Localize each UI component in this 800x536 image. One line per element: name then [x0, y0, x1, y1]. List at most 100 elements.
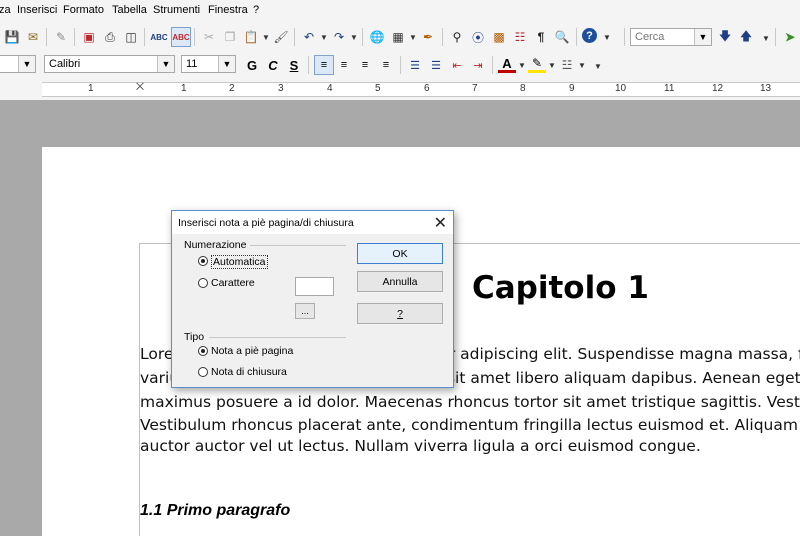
spellcheck-icon[interactable]: ABC [150, 28, 168, 46]
chevron-down-icon[interactable]: ▼ [218, 56, 235, 72]
endnote-label[interactable]: Nota di chiusura [211, 366, 287, 378]
numbered-list-icon[interactable]: ☰ [406, 56, 424, 74]
ruler-number: 12 [712, 83, 724, 94]
separator [294, 28, 295, 46]
highlight-icon[interactable]: ✎ [528, 56, 546, 73]
navigator-icon[interactable]: ⦿ [469, 28, 487, 46]
separator [492, 56, 493, 74]
menu-help[interactable]: ? [253, 4, 259, 16]
find-replace-icon[interactable]: ⚲ [448, 28, 466, 46]
chevron-down-icon[interactable]: ▼ [18, 56, 35, 72]
character-radio[interactable] [198, 278, 208, 288]
print-icon[interactable]: ⎙ [101, 28, 119, 46]
chevron-down-icon[interactable]: ▼ [157, 56, 174, 72]
indent-marker[interactable]: ⨉ [136, 82, 144, 93]
toolbar-overflow-icon[interactable]: ▼ [594, 62, 602, 71]
bullet-list-icon[interactable]: ☰ [427, 56, 445, 74]
save-icon[interactable]: 💾 [3, 28, 21, 46]
paste-icon[interactable]: 📋 [242, 28, 260, 46]
dialog-title: Inserisci nota a piè pagina/di chiusura [178, 217, 354, 229]
copy-icon[interactable]: ❐ [221, 28, 239, 46]
toolbar-overflow-icon[interactable]: ▼ [762, 34, 770, 43]
draw-functions-icon[interactable]: ✒ [419, 28, 437, 46]
footnote-radio[interactable] [198, 346, 208, 356]
chevron-down-icon[interactable]: ▼ [518, 61, 526, 70]
email-icon[interactable]: ✉ [24, 28, 42, 46]
cut-icon[interactable]: ✂ [200, 28, 218, 46]
justify-icon[interactable]: ≡ [377, 56, 395, 74]
export-pdf-icon[interactable]: ▣ [80, 28, 98, 46]
edit-mode-icon[interactable]: ✎ [52, 28, 70, 46]
auto-spellcheck-icon[interactable]: ABC [171, 27, 191, 47]
chevron-down-icon[interactable]: ▼ [548, 61, 556, 70]
table-icon[interactable]: ▦ [389, 28, 407, 46]
character-input[interactable] [295, 277, 334, 296]
gallery-icon[interactable]: ▩ [490, 28, 508, 46]
ruler-number: 1 [181, 83, 187, 94]
extension-icon[interactable]: ➤ [781, 28, 799, 46]
browse-character-button[interactable]: ... [295, 303, 315, 319]
help-button[interactable]: ? [357, 303, 443, 324]
hyperlink-icon[interactable]: 🌐 [368, 28, 386, 46]
menu-insert[interactable]: Inserisci [17, 4, 57, 16]
numbering-group-label: Numerazione [184, 239, 247, 251]
clone-formatting-icon[interactable]: 🖌 [272, 28, 290, 46]
close-icon[interactable]: ✕ [434, 213, 447, 233]
group-divider [209, 337, 346, 338]
increase-indent-icon[interactable]: ⇥ [469, 56, 487, 74]
separator [576, 28, 577, 46]
ruler-number: 11 [664, 83, 675, 94]
menu-window[interactable]: Finestra [208, 4, 248, 16]
data-sources-icon[interactable]: ☷ [511, 28, 529, 46]
menu-tools[interactable]: Strumenti [153, 4, 200, 16]
separator [308, 56, 309, 74]
align-right-icon[interactable]: ≡ [356, 56, 374, 74]
menu-view[interactable]: za [0, 4, 11, 16]
background-color-icon[interactable]: ☳ [558, 56, 576, 74]
ruler-number: 9 [569, 83, 575, 94]
search-placeholder: Cerca [635, 31, 665, 43]
undo-icon[interactable]: ↶ [300, 28, 318, 46]
font-color-icon[interactable]: A [498, 56, 516, 73]
formatting-marks-icon[interactable]: ¶ [532, 28, 550, 46]
dialog-titlebar[interactable]: Inserisci nota a piè pagina/di chiusura … [172, 211, 453, 234]
chapter-heading: Capitolo 1 [472, 270, 649, 306]
font-size-box[interactable]: 11 ▼ [181, 55, 236, 73]
chevron-down-icon[interactable]: ▼ [320, 33, 328, 42]
search-input[interactable]: Cerca ▼ [630, 28, 712, 46]
chevron-down-icon[interactable]: ▼ [262, 33, 270, 42]
bold-button[interactable]: G [243, 56, 261, 74]
zoom-icon[interactable]: 🔍 [553, 28, 571, 46]
automatic-label[interactable]: Automatica [211, 255, 268, 269]
chevron-down-icon[interactable]: ▼ [578, 61, 586, 70]
menu-table[interactable]: Tabella [112, 4, 147, 16]
help-icon[interactable]: ? [582, 28, 597, 43]
chevron-down-icon[interactable]: ▼ [694, 29, 711, 45]
font-name-box[interactable]: Calibri ▼ [44, 55, 175, 73]
chevron-down-icon[interactable]: ▼ [409, 33, 417, 42]
italic-button[interactable]: C [264, 56, 282, 74]
ruler-number: 8 [520, 83, 526, 94]
endnote-radio[interactable] [198, 367, 208, 377]
chevron-down-icon[interactable]: ▼ [350, 33, 358, 42]
find-next-icon[interactable]: 🡅 [737, 28, 755, 46]
standard-toolbar: 💾 ✉ ✎ ▣ ⎙ ◫ ABC ABC ✂ ❐ 📋 ▼ 🖌 ↶ ▼ ↷ ▼ 🌐 … [0, 22, 800, 52]
footnote-label[interactable]: Nota a piè pagina [211, 345, 293, 357]
paragraph-style-box[interactable]: ▼ [0, 55, 36, 73]
align-left-icon[interactable]: ≡ [314, 55, 334, 75]
align-center-icon[interactable]: ≡ [335, 56, 353, 74]
type-group-label: Tipo [184, 331, 205, 343]
underline-button[interactable]: S [285, 56, 303, 74]
ruler-number: 7 [472, 83, 478, 94]
chevron-down-icon[interactable]: ▼ [603, 33, 611, 42]
automatic-radio[interactable] [198, 256, 208, 266]
cancel-button[interactable]: Annulla [357, 271, 443, 292]
horizontal-ruler[interactable]: 1 1 2 3 4 5 6 7 8 9 10 11 12 13 ⨉ [0, 78, 800, 101]
find-previous-icon[interactable]: 🡇 [716, 28, 734, 46]
menu-format[interactable]: Formato [63, 4, 104, 16]
character-label[interactable]: Carattere [211, 277, 255, 289]
ok-button[interactable]: OK [357, 243, 443, 264]
redo-icon[interactable]: ↷ [330, 28, 348, 46]
decrease-indent-icon[interactable]: ⇤ [448, 56, 466, 74]
print-preview-icon[interactable]: ◫ [122, 28, 140, 46]
